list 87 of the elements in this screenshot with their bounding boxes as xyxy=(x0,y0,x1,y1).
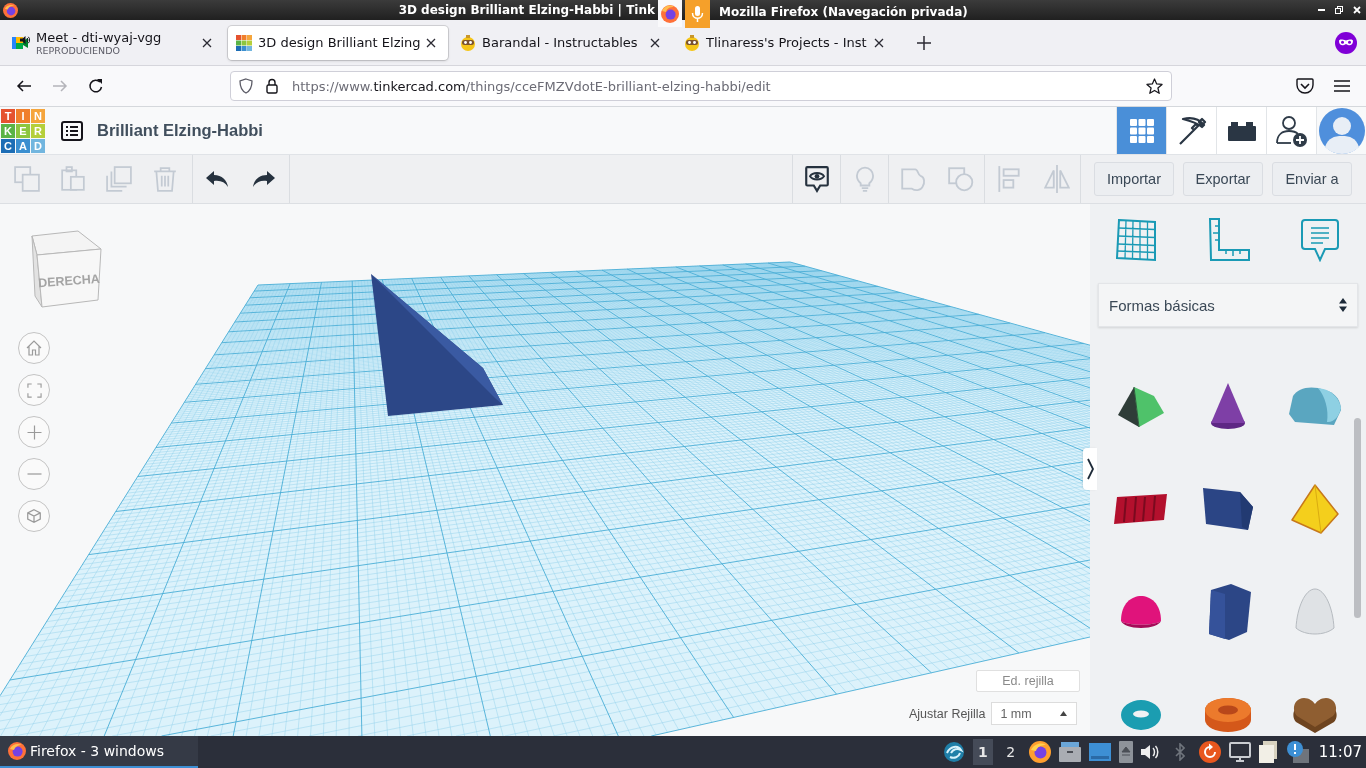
browser-logo-icon[interactable] xyxy=(1028,741,1051,763)
logo-tile[interactable]: C xyxy=(1,138,15,153)
invite-button[interactable] xyxy=(1266,107,1316,154)
undo-icon[interactable] xyxy=(204,170,229,188)
grid-icon xyxy=(1129,118,1154,143)
browser-tab[interactable]: Barandal - Instructables xyxy=(452,25,672,60)
reload-icon[interactable] xyxy=(88,78,104,94)
grid-plane-icon[interactable] xyxy=(1116,218,1158,262)
window-title: Mozilla Firefox (Navegación privada) xyxy=(719,4,968,19)
browser-tab[interactable]: Tlinaress's Projects - Inst xyxy=(676,25,896,60)
browser-logo-icon[interactable] xyxy=(658,0,682,27)
robot-icon xyxy=(684,34,700,51)
ruler-icon[interactable] xyxy=(1207,218,1250,262)
alert-icon[interactable] xyxy=(1286,741,1309,763)
caret-up-icon xyxy=(1060,711,1068,716)
window-icon[interactable] xyxy=(1088,743,1111,761)
star-icon[interactable] xyxy=(1146,77,1163,95)
bluetooth-icon[interactable] xyxy=(1174,743,1185,761)
snap-grid-select[interactable]: 1 mm xyxy=(991,702,1078,725)
workspace-button[interactable]: 2 xyxy=(1000,739,1021,765)
striped-slab-icon[interactable] xyxy=(1113,492,1168,525)
file-drawer-icon[interactable] xyxy=(1058,742,1081,762)
eject-icon[interactable] xyxy=(1118,741,1133,763)
robot-icon xyxy=(460,34,476,51)
plus-icon[interactable] xyxy=(917,35,931,50)
tube-icon[interactable] xyxy=(1204,696,1251,733)
category-select[interactable]: Formas básicas xyxy=(1098,283,1358,327)
torus-icon[interactable] xyxy=(1120,699,1161,730)
close-icon[interactable] xyxy=(202,37,212,48)
add-user-icon xyxy=(1275,114,1308,147)
brick-icon xyxy=(1227,120,1256,141)
mask-icon xyxy=(1335,31,1357,54)
redo-icon[interactable] xyxy=(251,170,276,188)
cube-icon xyxy=(27,509,41,523)
corners-icon xyxy=(26,382,42,398)
wedge-shape[interactable] xyxy=(371,274,503,416)
close-icon[interactable] xyxy=(874,37,884,48)
pyramid-icon[interactable] xyxy=(1290,483,1339,534)
list-icon[interactable] xyxy=(61,120,83,141)
home-icon xyxy=(26,340,42,356)
minus-icon xyxy=(26,473,42,475)
bricks-button[interactable] xyxy=(1216,107,1266,154)
paper-sheets-icon[interactable] xyxy=(1258,741,1279,763)
dome-icon[interactable] xyxy=(1120,595,1161,628)
close-icon[interactable] xyxy=(650,37,660,48)
restore-icon[interactable] xyxy=(1335,6,1343,14)
tile-grid-icon xyxy=(236,34,252,51)
swirl-logo-icon[interactable] xyxy=(942,741,965,763)
taskbar-window-button[interactable]: Firefox - 3 windows xyxy=(0,736,198,768)
address-field[interactable]: https://www.tinkercad.com/things/cceFMZVdotE-brilliant-elzing-habbi/edit xyxy=(230,71,1172,101)
design-title[interactable]: Brilliant Elzing-Habbi xyxy=(97,121,263,140)
zoom-in-button[interactable] xyxy=(18,416,50,448)
chevron-right-icon xyxy=(1086,458,1094,480)
heart-icon[interactable] xyxy=(1291,696,1338,733)
monitor-icon[interactable] xyxy=(1228,742,1251,762)
panel-collapse-button[interactable] xyxy=(1083,448,1097,490)
window-title: 3D design Brilliant Elzing-Habbi | Tink xyxy=(398,2,655,18)
menu-icon[interactable] xyxy=(1334,80,1350,92)
plus-icon xyxy=(26,424,42,440)
box-icon[interactable] xyxy=(1201,486,1254,531)
back-arrow-icon[interactable] xyxy=(16,78,32,94)
home-view-button[interactable] xyxy=(18,332,50,364)
toolbar-button[interactable]: Exportar xyxy=(1183,162,1263,196)
pickaxe-button[interactable] xyxy=(1166,107,1216,154)
shield-icon[interactable] xyxy=(239,78,253,94)
note-bubble-icon[interactable] xyxy=(1299,218,1341,262)
toolbar-button[interactable]: Enviar a xyxy=(1272,162,1352,196)
logo-tile[interactable]: T xyxy=(1,108,15,123)
scrollbar-thumb[interactable] xyxy=(1354,418,1361,618)
browser-tab[interactable]: Meet - dti-wyaj-vgg REPRODUCIENDO xyxy=(4,25,224,60)
close-icon[interactable] xyxy=(426,37,436,48)
eye-bubble-icon[interactable] xyxy=(803,165,830,193)
save-chevron-icon[interactable] xyxy=(1296,78,1314,94)
lock-icon[interactable] xyxy=(266,78,278,94)
edit-grid-button[interactable]: Ed. rejilla xyxy=(976,670,1080,692)
snap-grid-label: Ajustar Rejilla xyxy=(909,706,986,721)
browser-logo-icon xyxy=(8,742,26,760)
volume-icon[interactable] xyxy=(1140,744,1159,760)
workspace-button[interactable]: 1 xyxy=(972,739,993,765)
speaker-icon[interactable] xyxy=(20,34,30,45)
browser-logo-icon xyxy=(3,2,18,18)
sort-caret-icon xyxy=(1339,298,1347,312)
clock[interactable]: 11:07 xyxy=(1318,743,1362,761)
cone-icon[interactable] xyxy=(1209,382,1246,429)
refresh-icon[interactable] xyxy=(1198,741,1221,763)
toolbar-button[interactable]: Importar xyxy=(1094,162,1174,196)
browser-tab[interactable]: 3D design Brilliant Elzing xyxy=(228,25,448,60)
